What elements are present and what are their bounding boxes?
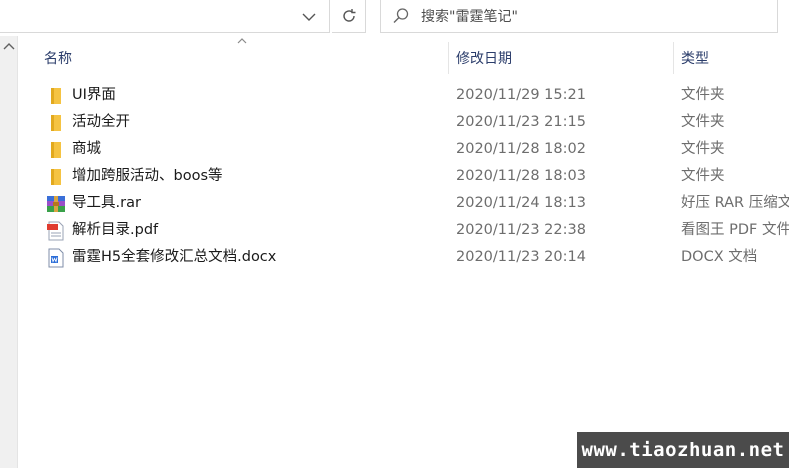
column-type-header[interactable]: 类型 [681, 36, 709, 80]
file-row[interactable]: 导工具.rar 2020/11/24 18:13 好压 RAR 压缩文件 [18, 190, 789, 217]
file-type: DOCX 文档 [681, 249, 758, 265]
watermark-banner: www.tiaozhuan.net [577, 432, 789, 468]
pdf-file-icon [46, 221, 66, 241]
rar-archive-icon [46, 194, 66, 214]
scroll-up-arrow-icon[interactable] [3, 42, 15, 50]
file-type: 文件夹 [681, 141, 725, 157]
column-name-header[interactable]: 名称 [44, 36, 72, 80]
folder-icon [46, 140, 66, 160]
file-type: 文件夹 [681, 168, 725, 184]
column-divider[interactable] [673, 42, 674, 74]
file-row[interactable]: UI界面 2020/11/29 15:21 文件夹 [18, 82, 789, 109]
folder-icon [46, 113, 66, 133]
folder-icon [46, 86, 66, 106]
file-row[interactable]: 增加跨服活动、boos等 2020/11/28 18:03 文件夹 [18, 163, 789, 190]
file-date: 2020/11/28 18:03 [456, 168, 586, 184]
file-date: 2020/11/29 15:21 [456, 87, 586, 103]
refresh-icon [342, 9, 355, 22]
column-divider[interactable] [448, 42, 449, 74]
file-date: 2020/11/24 18:13 [456, 195, 586, 211]
column-header: 名称 修改日期 类型 [18, 36, 789, 80]
search-icon [381, 0, 421, 33]
docx-file-icon [46, 248, 66, 268]
file-row[interactable]: 雷霆H5全套修改汇总文档.docx 2020/11/23 20:14 DOCX … [18, 244, 789, 271]
file-name: 活动全开 [72, 114, 130, 130]
search-placeholder: 搜索"雷霆笔记" [421, 9, 518, 25]
file-name: 雷霆H5全套修改汇总文档.docx [72, 249, 277, 265]
folder-icon [46, 167, 66, 187]
file-type: 文件夹 [681, 87, 725, 103]
file-type: 文件夹 [681, 114, 725, 130]
file-name: 导工具.rar [72, 195, 141, 211]
file-name: UI界面 [72, 87, 116, 103]
file-date: 2020/11/23 22:38 [456, 222, 586, 238]
file-date: 2020/11/23 20:14 [456, 249, 586, 265]
column-date-header[interactable]: 修改日期 [456, 36, 512, 80]
file-name: 商城 [72, 141, 101, 157]
file-type: 好压 RAR 压缩文件 [681, 195, 789, 211]
file-name: 解析目录.pdf [72, 222, 159, 238]
file-date: 2020/11/23 21:15 [456, 114, 586, 130]
file-name: 增加跨服活动、boos等 [72, 168, 223, 184]
vertical-scrollbar[interactable] [0, 36, 18, 468]
address-bar[interactable] [0, 0, 330, 33]
file-row[interactable]: 解析目录.pdf 2020/11/23 22:38 看图王 PDF 文件 [18, 217, 789, 244]
refresh-button[interactable] [332, 0, 366, 33]
file-list: UI界面 2020/11/29 15:21 文件夹 活动全开 2020/11/2… [18, 82, 789, 271]
file-date: 2020/11/28 18:02 [456, 141, 586, 157]
sort-ascending-icon [237, 38, 247, 44]
chevron-down-icon[interactable] [295, 8, 323, 26]
address-toolbar: 搜索"雷霆笔记" [0, 0, 789, 36]
file-row[interactable]: 商城 2020/11/28 18:02 文件夹 [18, 136, 789, 163]
file-type: 看图王 PDF 文件 [681, 222, 789, 238]
search-input[interactable]: 搜索"雷霆笔记" [380, 0, 778, 33]
file-row[interactable]: 活动全开 2020/11/23 21:15 文件夹 [18, 109, 789, 136]
